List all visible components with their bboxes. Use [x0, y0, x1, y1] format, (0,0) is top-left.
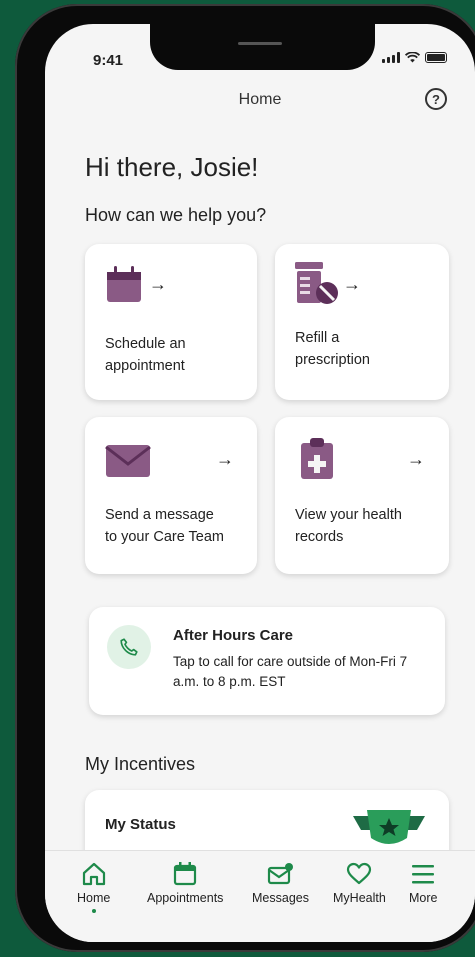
- arrow-right-icon: →: [216, 449, 234, 469]
- speaker-grille: [238, 42, 282, 45]
- trophy-icon: [353, 810, 425, 844]
- heart-icon: [347, 862, 372, 885]
- schedule-appointment-card[interactable]: → Schedule an appointment: [85, 244, 257, 400]
- tab-label: Home: [77, 891, 111, 905]
- phone-icon-badge: [107, 625, 151, 669]
- device-notch: [150, 24, 375, 70]
- signal-icon: [382, 52, 400, 63]
- arrow-right-icon: →: [149, 274, 167, 294]
- phone-frame: 9:41 Home ? Hi there, Josie! How can we …: [15, 4, 475, 952]
- calendar-icon: [174, 862, 197, 886]
- tab-more[interactable]: More: [409, 861, 437, 905]
- arrow-right-icon: →: [407, 449, 425, 469]
- greeting-text: Hi there, Josie!: [85, 152, 259, 182]
- bottom-tab-bar: Home Appointments Messages MyHealth More: [45, 850, 475, 942]
- page-title: Home: [238, 91, 282, 108]
- home-icon: [82, 862, 105, 886]
- arrow-right-icon: →: [343, 274, 361, 294]
- tab-appointments[interactable]: Appointments: [147, 861, 223, 905]
- after-hours-care-card[interactable]: After Hours Care Tap to call for care ou…: [89, 607, 445, 715]
- clipboard-medical-icon: [301, 438, 333, 479]
- view-health-records-card[interactable]: → View your health records: [275, 417, 449, 574]
- tab-home[interactable]: Home: [77, 861, 110, 913]
- tab-myhealth[interactable]: MyHealth: [333, 861, 386, 905]
- card-label: View your health records: [295, 507, 402, 545]
- help-section-title: How can we help you?: [85, 205, 267, 225]
- tab-messages[interactable]: Messages: [252, 861, 309, 905]
- tab-label: Appointments: [147, 891, 224, 905]
- status-icons: [382, 52, 447, 63]
- after-hours-title: After Hours Care: [173, 627, 294, 644]
- message-icon: [268, 863, 294, 885]
- my-status-title: My Status: [105, 816, 176, 833]
- wifi-icon: [405, 52, 420, 63]
- incentives-title: My Incentives: [85, 754, 196, 774]
- app-screen: 9:41 Home ? Hi there, Josie! How can we …: [45, 24, 475, 942]
- card-label: Schedule an appointment: [105, 336, 186, 374]
- card-label: Send a message to your Care Team: [105, 507, 225, 545]
- active-tab-indicator: [91, 909, 96, 913]
- tab-label: MyHealth: [333, 891, 386, 905]
- phone-icon: [120, 638, 138, 656]
- tab-label: More: [409, 891, 438, 905]
- send-message-card[interactable]: → Send a message to your Care Team: [85, 417, 257, 574]
- battery-icon: [425, 52, 447, 63]
- menu-icon: [412, 865, 435, 884]
- card-label: Refill a prescription: [295, 330, 370, 368]
- help-icon[interactable]: ?: [425, 88, 447, 110]
- prescription-icon: [295, 262, 338, 304]
- after-hours-description: Tap to call for care outside of Mon-Fri …: [173, 654, 408, 689]
- refill-prescription-card[interactable]: → Refill a prescription: [275, 244, 449, 400]
- tab-label: Messages: [252, 891, 309, 905]
- envelope-icon: [105, 445, 151, 477]
- calendar-icon: [107, 266, 141, 302]
- status-time: 9:41: [93, 52, 124, 69]
